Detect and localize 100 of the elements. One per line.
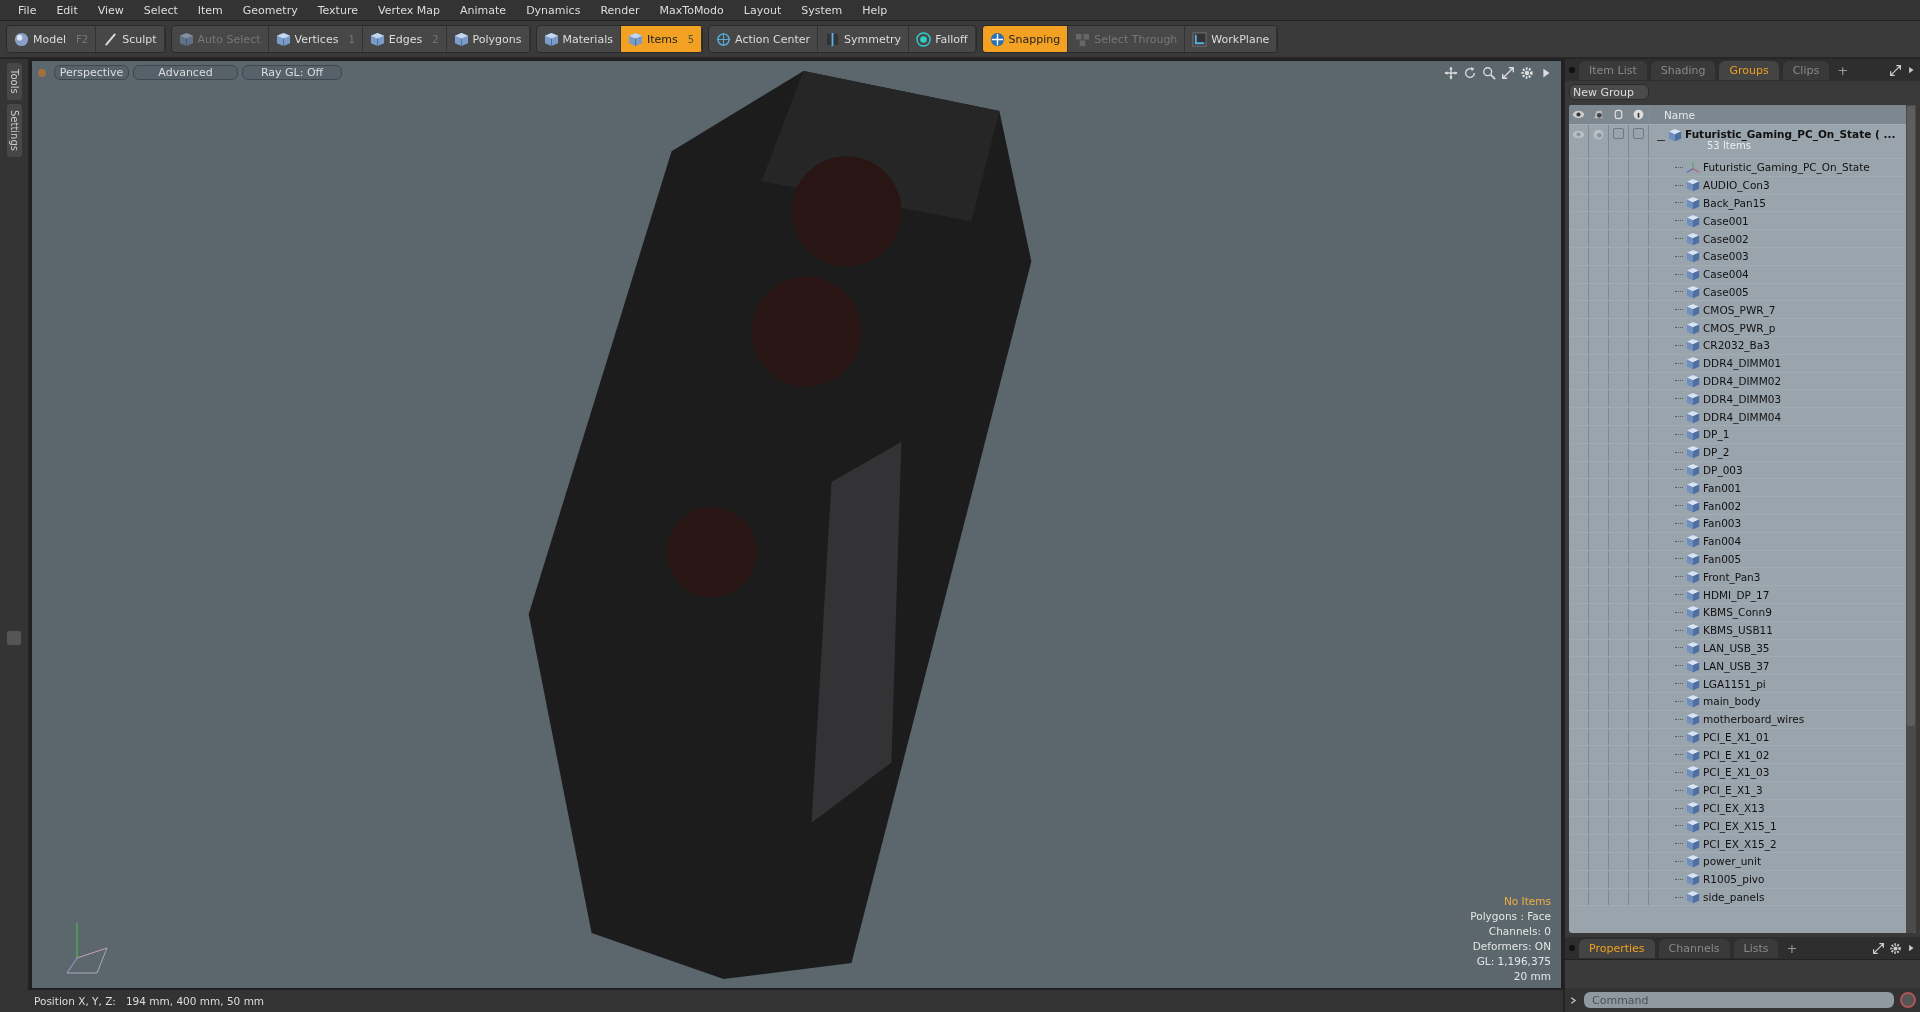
tree-item[interactable]: Case001	[1703, 214, 1749, 227]
panel-tab[interactable]: Properties	[1579, 938, 1655, 958]
record-button[interactable]	[1900, 992, 1916, 1008]
viewport-info-text: No Items	[1504, 894, 1551, 909]
tree-item[interactable]: Case003	[1703, 250, 1749, 263]
tree-item[interactable]: PCI_EX_X15_1	[1703, 819, 1777, 832]
tree-item[interactable]: DP_2	[1703, 446, 1730, 459]
menu-item[interactable]: Texture	[307, 3, 368, 17]
tree-item[interactable]: PCI_EX_X13	[1703, 802, 1765, 815]
tree-item[interactable]: power_unit	[1703, 855, 1762, 868]
tree-item[interactable]: Fan002	[1703, 499, 1742, 512]
side-tab[interactable]: Tools	[6, 63, 22, 100]
tree-item[interactable]: R1005_pivo	[1703, 873, 1765, 886]
tree-item[interactable]: LGA1151_pi	[1703, 677, 1766, 690]
panel-toggle[interactable]	[7, 630, 21, 645]
scrollbar-thumb[interactable]	[1907, 106, 1915, 726]
menu-item[interactable]: Help	[852, 3, 898, 17]
add-tab-button[interactable]: +	[1833, 62, 1853, 78]
tree-item[interactable]: Case005	[1703, 285, 1749, 298]
tree-item[interactable]: CMOS_PWR_7	[1703, 303, 1776, 316]
tree-item[interactable]: Fan004	[1703, 535, 1742, 548]
viewport-menu-dot[interactable]	[38, 68, 46, 77]
tree-connector	[1675, 647, 1683, 649]
viewport-button[interactable]: Ray GL: Off	[242, 65, 342, 80]
add-tab-button[interactable]: +	[1782, 940, 1802, 956]
toolbar-button[interactable]: Materials	[536, 26, 621, 52]
toolbar-button[interactable]: WorkPlane	[1185, 26, 1278, 52]
toolbar-button[interactable]: Falloff	[909, 26, 976, 52]
tree-connector	[1675, 807, 1683, 809]
tree-item[interactable]: HDMI_DP_17	[1703, 588, 1770, 601]
tree-connector	[1675, 718, 1683, 720]
tree-connector	[1675, 700, 1683, 702]
menu-item[interactable]: Item	[187, 3, 233, 17]
toolbar-button[interactable]: Action Center	[709, 26, 819, 52]
viewport[interactable]: Perspective Advanced Ray GL: Off No Items Polygons : Face Channels: 0 Deformers: ON GL: 1,196,375 20 mm	[30, 59, 1563, 990]
tree-item[interactable]: side_panels	[1703, 891, 1765, 904]
menu-item[interactable]: Edit	[46, 3, 88, 17]
tree-item[interactable]: DDR4_DIMM02	[1703, 374, 1782, 387]
tree-item[interactable]: PCI_EX_X15_2	[1703, 837, 1777, 850]
tree-item[interactable]: KBMS_Conn9	[1703, 606, 1772, 619]
toolbar-button[interactable]: Polygons	[446, 26, 530, 52]
checkbox[interactable]	[1613, 128, 1624, 139]
tree-item[interactable]: AUDIO_Con3	[1703, 179, 1770, 192]
tree-item[interactable]: DDR4_DIMM04	[1703, 410, 1782, 423]
tree-item[interactable]: DDR4_DIMM01	[1703, 357, 1782, 370]
menu-item[interactable]: Animate	[450, 3, 517, 17]
menu-item[interactable]: Vertex Map	[367, 3, 451, 17]
side-tab[interactable]: Settings	[6, 103, 22, 157]
toolbar-button[interactable]: Items 5	[620, 26, 703, 52]
tree-item[interactable]: DP_1	[1703, 428, 1730, 441]
toolbar-button[interactable]: Snapping	[982, 26, 1069, 52]
tree-item[interactable]: Back_Pan15	[1703, 197, 1767, 209]
tree-item[interactable]: KBMS_USB11	[1703, 624, 1773, 637]
tree-item[interactable]: LAN_USB_37	[1703, 659, 1770, 672]
menu-item[interactable]: Render	[590, 3, 650, 17]
tree-item[interactable]: motherboard_wires	[1703, 713, 1805, 726]
new-group-button[interactable]: New Group	[1569, 84, 1649, 100]
menu-item[interactable]: File	[8, 3, 47, 17]
tree-connector	[1675, 860, 1683, 862]
tree-item[interactable]: Fan005	[1703, 552, 1742, 565]
viewport-button[interactable]: Perspective	[54, 65, 129, 80]
tree-item[interactable]: DP_003	[1703, 463, 1743, 476]
viewport-button[interactable]: Advanced	[133, 65, 238, 80]
tree-item[interactable]: PCI_E_X1_3	[1703, 784, 1763, 797]
menu-item[interactable]: Geometry	[232, 3, 308, 17]
menu-item[interactable]: Select	[133, 3, 188, 17]
panel-menu-dot[interactable]	[1569, 945, 1575, 951]
tree-item[interactable]: main_body	[1703, 695, 1761, 708]
tree-item[interactable]: CMOS_PWR_p	[1703, 321, 1776, 334]
tree-item[interactable]: Case004	[1703, 268, 1749, 281]
tree-connector	[1675, 238, 1683, 240]
tree-item[interactable]: DDR4_DIMM03	[1703, 392, 1782, 405]
tree-item[interactable]: PCI_E_X1_03	[1703, 766, 1770, 779]
toolbar-button[interactable]: Sculpt	[96, 26, 165, 52]
menu-item[interactable]: View	[87, 3, 134, 17]
tree-connector	[1675, 878, 1683, 880]
tree-item[interactable]: PCI_E_X1_02	[1703, 748, 1770, 761]
tree-connector	[1675, 505, 1683, 507]
command-field[interactable]: Command	[1584, 992, 1894, 1008]
scrollbar[interactable]	[1906, 105, 1916, 933]
group-name[interactable]: Futuristic_Gaming_PC_On_State ( ...	[1685, 128, 1896, 140]
tree-item[interactable]: PCI_E_X1_01	[1703, 730, 1770, 743]
toolbar-button[interactable]: Symmetry	[818, 26, 910, 52]
panel-menu-dot[interactable]	[1569, 67, 1575, 73]
tree-item[interactable]: LAN_USB_35	[1703, 641, 1770, 654]
tree-item[interactable]: Fan003	[1703, 517, 1742, 530]
menu-item[interactable]: MaxToModo	[649, 3, 734, 17]
tree-item[interactable]: Front_Pan3	[1703, 570, 1761, 583]
tree-connector	[1675, 540, 1683, 542]
tree-item[interactable]: Futuristic_Gaming_PC_On_State	[1703, 161, 1870, 174]
menu-item[interactable]: System	[791, 3, 853, 17]
menu-item[interactable]: Dynamics	[516, 3, 591, 17]
cubes-icon	[1075, 31, 1091, 47]
cube-icon	[627, 31, 643, 47]
checkbox[interactable]	[1633, 128, 1644, 139]
menu-item[interactable]: Layout	[733, 3, 792, 17]
tree-item[interactable]: CR2032_Ba3	[1703, 339, 1770, 352]
tree-item[interactable]: Case002	[1703, 232, 1749, 245]
panel-tab[interactable]: Groups	[1719, 60, 1779, 80]
tree-item[interactable]: Fan001	[1703, 481, 1742, 494]
